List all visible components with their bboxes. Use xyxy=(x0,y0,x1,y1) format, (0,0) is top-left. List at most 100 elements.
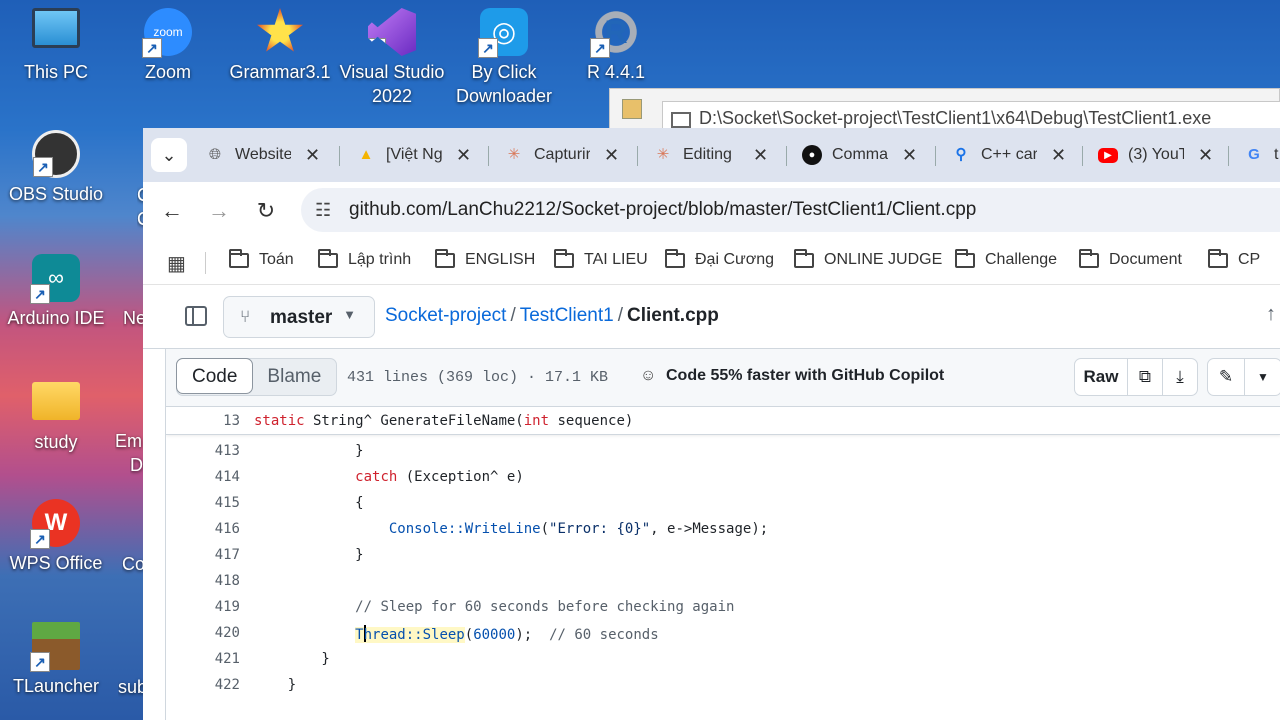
tab-strip: ⌄ 🌐︎ Website ✕ ▲ [Việt Ng ✕ ✳ Capturir ✕… xyxy=(143,128,1280,182)
code-line: { xyxy=(254,495,364,511)
desktop-icon-wps[interactable]: W ↗ WPS Office xyxy=(1,499,111,575)
tab-github-commands[interactable]: ● Comma ✕ xyxy=(802,140,917,170)
branch-selector[interactable]: ⑂ master ▼ xyxy=(223,296,375,338)
forward-button[interactable]: → xyxy=(201,194,237,230)
tab-cpp-search[interactable]: ⚲ C++ car ✕ xyxy=(951,140,1067,170)
console-icon xyxy=(671,112,691,128)
desktop-icon-arduino[interactable]: ∞ ↗ Arduino IDE xyxy=(1,254,111,330)
url-input[interactable]: ☷ github.com/LanChu2212/Socket-project/b… xyxy=(301,188,1280,232)
tab-capturing[interactable]: ✳ Capturir ✕ xyxy=(504,140,619,170)
sidebar-toggle-icon[interactable] xyxy=(185,306,207,326)
tab-editing[interactable]: ✳ Editing ✕ xyxy=(653,140,768,170)
copy-icon[interactable]: ⧉ xyxy=(1127,358,1163,396)
desktop-icon-label: By Click Downloader xyxy=(455,62,553,106)
code-view[interactable]: 13 static String^ GenerateFileName(int s… xyxy=(165,407,1280,720)
claude-icon: ✳ xyxy=(656,146,670,163)
bookmark-challenge[interactable]: Challenge xyxy=(955,248,1058,269)
close-icon[interactable]: ✕ xyxy=(1051,145,1066,166)
bookmark-label: Toán xyxy=(259,251,294,268)
close-icon[interactable]: ✕ xyxy=(753,145,768,166)
desktop-icon-byclick[interactable]: ◎ ↗ By Click Downloader xyxy=(449,8,559,108)
line-number: 416 xyxy=(214,521,240,537)
line-number: 13 xyxy=(223,413,240,429)
bookmark-label: ENGLISH xyxy=(465,251,536,268)
github-page: ⑂ master ▼ Socket-project / TestClient1/Cl… xyxy=(143,285,1280,720)
desktop-icon-label: OBS Studio xyxy=(8,184,104,204)
desktop-icon-grammar[interactable]: Grammar3.1 xyxy=(225,8,335,84)
back-button[interactable]: ← xyxy=(154,194,190,230)
apps-grid-icon[interactable]: ▦ xyxy=(167,251,186,276)
bookmark-tai-lieu[interactable]: TAI LIEU xyxy=(554,248,648,269)
line-number: 419 xyxy=(214,599,240,615)
bookmark-english[interactable]: ENGLISH xyxy=(435,248,536,269)
edit-pencil-icon[interactable]: ✎ xyxy=(1207,358,1245,396)
desktop-icon-obs[interactable]: ↗ OBS Studio xyxy=(1,130,111,206)
download-icon[interactable]: ⤓ xyxy=(1162,358,1198,396)
code-line: catch (Exception^ e) xyxy=(355,469,524,485)
close-icon[interactable]: ✕ xyxy=(1198,145,1213,166)
copilot-icon: ☺ xyxy=(640,367,657,384)
chevron-down-icon: ⌄ xyxy=(161,145,177,165)
desktop-icon-r[interactable]: R ↗ R 4.4.1 xyxy=(561,8,671,84)
raw-button[interactable]: Raw xyxy=(1074,358,1128,396)
bookmark-document[interactable]: Document xyxy=(1079,248,1182,269)
tab-separator xyxy=(488,146,489,166)
back-arrow-icon: ← xyxy=(161,198,183,223)
bookmark-label: Document xyxy=(1109,251,1182,268)
code-blame-toggle: Code Blame xyxy=(176,358,338,396)
bookmark-toan[interactable]: Toán xyxy=(229,248,294,269)
bookmark-lap-trinh[interactable]: Lập trình xyxy=(318,248,411,269)
desktop-icon-tlauncher[interactable]: ↗ TLauncher xyxy=(1,622,111,698)
tab-website[interactable]: 🌐︎ Website ✕ xyxy=(205,140,320,170)
desktop-icon-label: This PC xyxy=(23,62,88,82)
close-icon[interactable]: ✕ xyxy=(902,145,917,166)
drive-icon: ▲ xyxy=(358,146,374,163)
close-icon[interactable]: ✕ xyxy=(305,145,320,166)
monitor-icon xyxy=(32,8,80,48)
breadcrumb-repo-link[interactable]: Socket-project xyxy=(385,305,506,326)
code-line: } xyxy=(254,547,364,563)
code-line: } xyxy=(254,443,364,459)
tab-title: (3) YouT xyxy=(1128,146,1184,163)
breadcrumb-folder-link[interactable]: TestClient1 xyxy=(520,305,614,326)
url-text: github.com/LanChu2212/Socket-project/blo… xyxy=(349,199,977,220)
desktop-icon-study[interactable]: study xyxy=(1,376,111,454)
desktop-icon-label: Arduino IDE xyxy=(7,308,105,328)
blame-tab[interactable]: Blame xyxy=(252,359,336,395)
close-icon[interactable]: ✕ xyxy=(604,145,619,166)
code-tab[interactable]: Code xyxy=(176,358,254,394)
tab-google[interactable]: G t xyxy=(1244,140,1280,170)
bookmark-label: Challenge xyxy=(985,251,1058,268)
reload-button[interactable]: ↻ xyxy=(248,194,284,230)
sticky-scroll-line[interactable]: 13 static String^ GenerateFileName(int s… xyxy=(166,407,1280,435)
desktop-icon-zoom[interactable]: zoom ↗ Zoom xyxy=(113,8,223,84)
folder-icon xyxy=(32,382,80,420)
bookmark-label: TAI LIEU xyxy=(584,251,648,268)
code-line: } xyxy=(254,677,297,693)
caret-down-icon: ▼ xyxy=(343,307,356,322)
line-number: 422 xyxy=(214,677,240,693)
site-settings-icon[interactable]: ☷ xyxy=(315,200,331,221)
console-window[interactable]: D:\Socket\Socket-project\TestClient1\x64… xyxy=(609,88,1280,137)
folder-icon xyxy=(435,248,455,268)
breadcrumb: Socket-project / TestClient1/Client.cpp xyxy=(385,305,719,327)
tab-youtube[interactable]: ▶ (3) YouT ✕ xyxy=(1098,140,1213,170)
scroll-top-icon[interactable]: ↑ xyxy=(1266,303,1276,326)
bookmark-separator xyxy=(205,252,206,274)
tab-search-button[interactable]: ⌄ xyxy=(151,138,187,172)
bookmark-online-judge[interactable]: ONLINE JUDGE xyxy=(794,248,942,269)
chevron-down-icon[interactable]: ▼ xyxy=(1244,358,1280,396)
tab-title: t xyxy=(1274,146,1279,163)
folder-icon xyxy=(794,248,814,268)
bookmark-dai-cuong[interactable]: Đại Cương xyxy=(665,248,774,269)
visual-studio-icon: ↗ xyxy=(368,8,416,56)
desktop-icon-this-pc[interactable]: This PC xyxy=(1,8,111,84)
line-number: 414 xyxy=(214,469,240,485)
tab-drive[interactable]: ▲ [Việt Ng ✕ xyxy=(356,140,472,170)
copilot-promo[interactable]: ☺ Code 55% faster with GitHub Copilot xyxy=(640,367,944,385)
tab-separator xyxy=(339,146,340,166)
desktop-icon-visual-studio[interactable]: ↗ Visual Studio 2022 xyxy=(337,8,447,108)
bookmark-cp[interactable]: CP xyxy=(1208,248,1260,269)
claude-icon: ✳ xyxy=(507,146,521,163)
close-icon[interactable]: ✕ xyxy=(456,145,471,166)
